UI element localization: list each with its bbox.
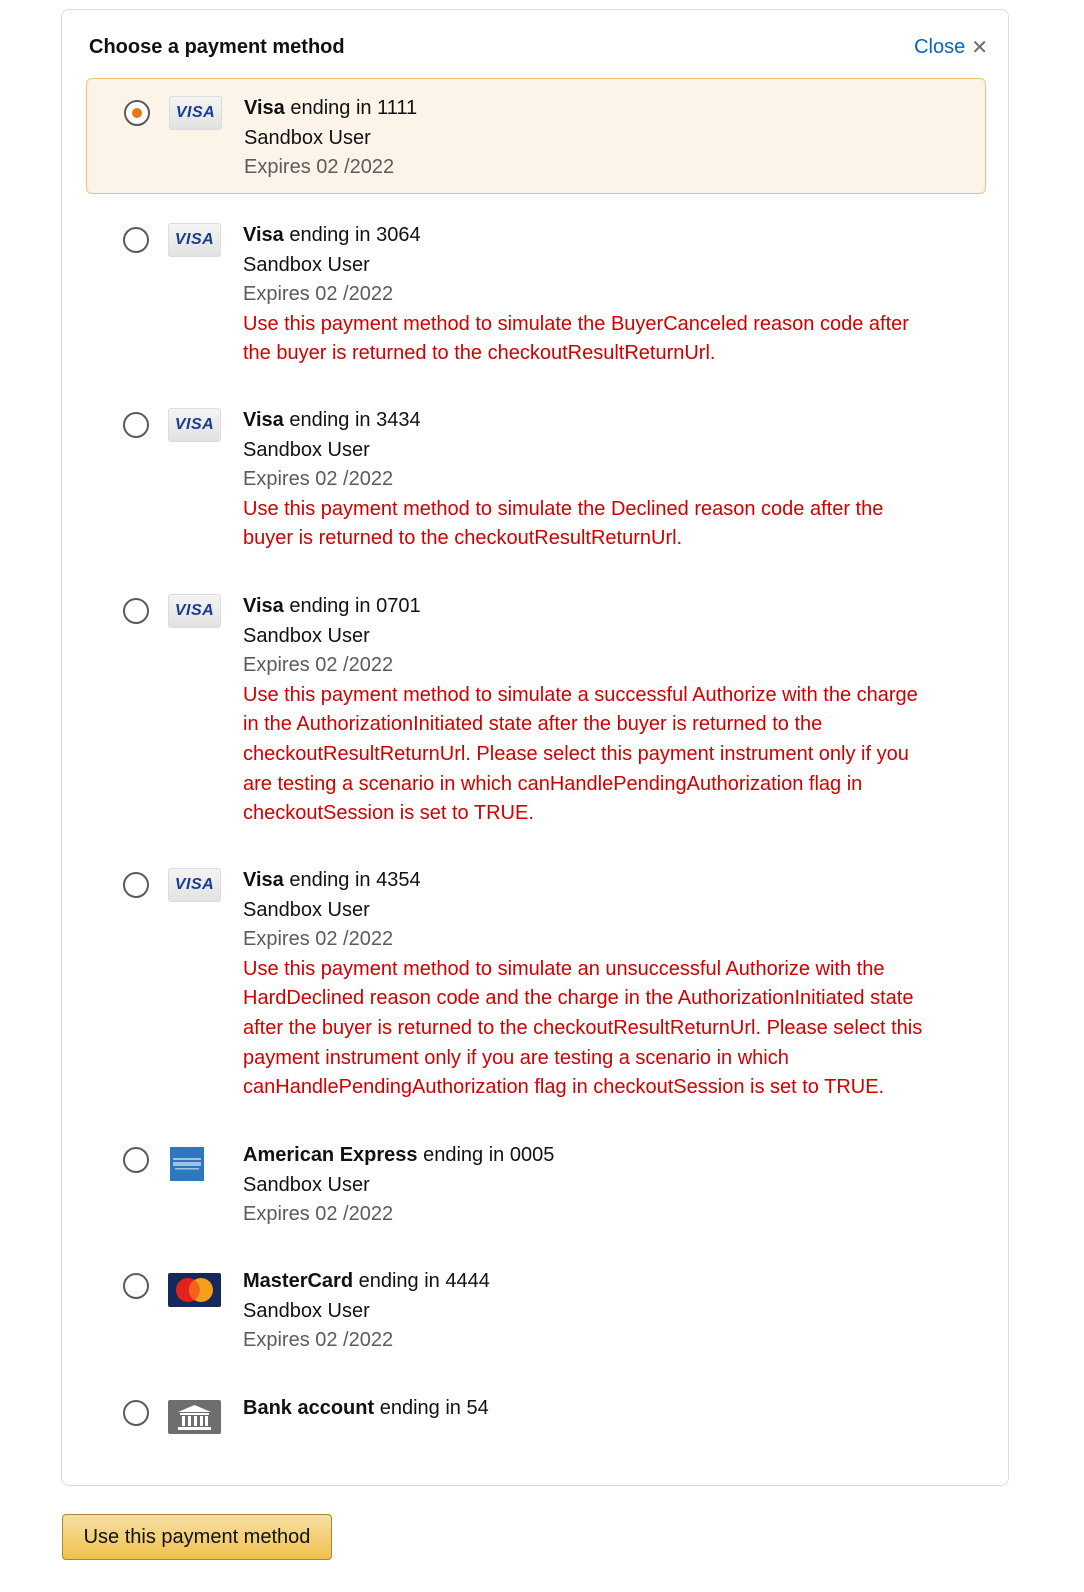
- card-brand: American Express: [243, 1144, 418, 1166]
- simulation-note-line: checkoutSession is set to TRUE.: [243, 802, 534, 825]
- card-expiry: Expires 02 /2022: [244, 156, 395, 179]
- radio-button[interactable]: [123, 598, 149, 624]
- close-button[interactable]: Close ✕: [914, 35, 988, 60]
- simulation-note-line: Use this payment method to simulate the …: [243, 312, 909, 335]
- simulation-note-line: payment instrument only if you are testi…: [243, 1046, 789, 1069]
- card-holder: Sandbox User: [243, 1173, 370, 1196]
- simulation-note-line: canHandlePendingAuthorization flag in ch…: [243, 1076, 885, 1099]
- simulation-note-line: Use this payment method to simulate the …: [243, 497, 884, 520]
- option-details: Visa ending in 1111 Sandbox User Expires…: [244, 94, 965, 183]
- simulation-note-line: buyer is returned to the checkoutResultR…: [243, 527, 683, 550]
- payment-option-visa-3434[interactable]: VISA Visa ending in 3434 Sandbox User Ex…: [86, 391, 986, 561]
- card-brand: Visa: [244, 97, 285, 119]
- radio-button[interactable]: [123, 1273, 149, 1299]
- card-expiry: Expires 02 /2022: [243, 283, 394, 306]
- payment-option-visa-3064[interactable]: VISA Visa ending in 3064 Sandbox User Ex…: [86, 206, 986, 376]
- card-expiry: Expires 02 /2022: [243, 1329, 394, 1352]
- card-holder: Sandbox User: [243, 253, 370, 276]
- close-icon: ✕: [971, 37, 988, 59]
- card-ending: ending in 4354: [283, 869, 421, 891]
- payment-option-mastercard-4444[interactable]: MasterCard ending in 4444 Sandbox User E…: [86, 1252, 986, 1364]
- use-this-payment-method-button[interactable]: Use this payment method: [62, 1514, 332, 1560]
- option-details: MasterCard ending in 4444 Sandbox User E…: [243, 1267, 966, 1356]
- card-brand: Visa: [243, 595, 284, 617]
- card-expiry: Expires 02 /2022: [243, 468, 394, 491]
- mastercard-logo-graphic: [168, 1273, 221, 1307]
- card-ending: ending in 3434: [283, 409, 421, 431]
- card-expiry: Expires 02 /2022: [243, 1203, 394, 1226]
- bank-icon: [168, 1400, 221, 1434]
- visa-logo: VISA: [169, 96, 222, 130]
- simulation-note-line: are testing a scenario in which canHandl…: [243, 772, 863, 795]
- card-holder: Sandbox User: [243, 438, 370, 461]
- option-details: Bank account ending in 54: [243, 1394, 966, 1424]
- card-holder: Sandbox User: [243, 1299, 370, 1322]
- card-brand: MasterCard: [243, 1270, 354, 1292]
- simulation-note-line: the buyer is returned to the checkoutRes…: [243, 342, 716, 365]
- payment-method-panel: Choose a payment method Close ✕ VISA Vis…: [61, 9, 1009, 1486]
- payment-option-visa-0701[interactable]: VISA Visa ending in 0701 Sandbox User Ex…: [86, 577, 986, 839]
- card-holder: Sandbox User: [244, 126, 371, 149]
- simulation-note-line: checkoutResultReturnUrl. Please select t…: [243, 742, 909, 765]
- payment-option-amex-0005[interactable]: American Express ending in 0005 Sandbox …: [86, 1126, 986, 1238]
- radio-button[interactable]: [123, 412, 149, 438]
- card-ending: ending in 3064: [283, 224, 421, 246]
- card-brand: Visa: [243, 409, 284, 431]
- visa-card-icon: VISA: [168, 223, 221, 257]
- option-details: Visa ending in 4354 Sandbox User Expires…: [243, 866, 966, 1103]
- visa-logo: VISA: [168, 594, 221, 628]
- option-details: Visa ending in 3434 Sandbox User Expires…: [243, 406, 966, 554]
- card-expiry: Expires 02 /2022: [243, 928, 394, 951]
- visa-card-icon: VISA: [168, 868, 221, 902]
- card-holder: Sandbox User: [243, 624, 370, 647]
- amex-card-icon: [170, 1147, 204, 1181]
- visa-card-icon: VISA: [168, 408, 221, 442]
- bank-logo-graphic: [168, 1400, 221, 1434]
- simulation-note-line: after the buyer is returned to the check…: [243, 1016, 923, 1039]
- card-ending: ending in 0005: [417, 1144, 555, 1166]
- card-brand: Bank account: [243, 1397, 375, 1419]
- visa-card-icon: VISA: [168, 594, 221, 628]
- card-expiry: Expires 02 /2022: [243, 654, 394, 677]
- card-ending: ending in 54: [374, 1397, 489, 1419]
- radio-button[interactable]: [123, 1147, 149, 1173]
- card-holder: Sandbox User: [243, 898, 370, 921]
- payment-option-bank-54[interactable]: Bank account ending in 54: [86, 1379, 986, 1443]
- simulation-note-line: HardDeclined reason code and the charge …: [243, 987, 914, 1010]
- radio-button[interactable]: [123, 1400, 149, 1426]
- card-brand: Visa: [243, 869, 284, 891]
- visa-card-icon: VISA: [169, 96, 222, 130]
- option-details: American Express ending in 0005 Sandbox …: [243, 1141, 966, 1230]
- card-brand: Visa: [243, 224, 284, 246]
- simulation-note-line: Use this payment method to simulate an u…: [243, 957, 885, 980]
- option-details: Visa ending in 0701 Sandbox User Expires…: [243, 592, 966, 829]
- option-details: Visa ending in 3064 Sandbox User Expires…: [243, 221, 966, 369]
- card-ending: ending in 4444: [353, 1270, 490, 1292]
- payment-option-visa-1111[interactable]: VISA Visa ending in 1111 Sandbox User Ex…: [86, 78, 986, 194]
- radio-button[interactable]: [124, 100, 150, 126]
- visa-logo: VISA: [168, 868, 221, 902]
- card-ending: ending in 0701: [283, 595, 421, 617]
- amex-logo-graphic: [170, 1147, 204, 1181]
- payment-option-visa-4354[interactable]: VISA Visa ending in 4354 Sandbox User Ex…: [86, 851, 986, 1113]
- panel-title: Choose a payment method: [89, 36, 345, 58]
- radio-button[interactable]: [123, 872, 149, 898]
- simulation-note-line: in the AuthorizationInitiated state afte…: [243, 713, 823, 736]
- mastercard-card-icon: [168, 1273, 221, 1307]
- close-label: Close: [914, 36, 966, 58]
- simulation-note-line: Use this payment method to simulate a su…: [243, 683, 918, 706]
- visa-logo: VISA: [168, 408, 221, 442]
- visa-logo: VISA: [168, 223, 221, 257]
- radio-button[interactable]: [123, 227, 149, 253]
- card-ending: ending in 1111: [284, 97, 418, 119]
